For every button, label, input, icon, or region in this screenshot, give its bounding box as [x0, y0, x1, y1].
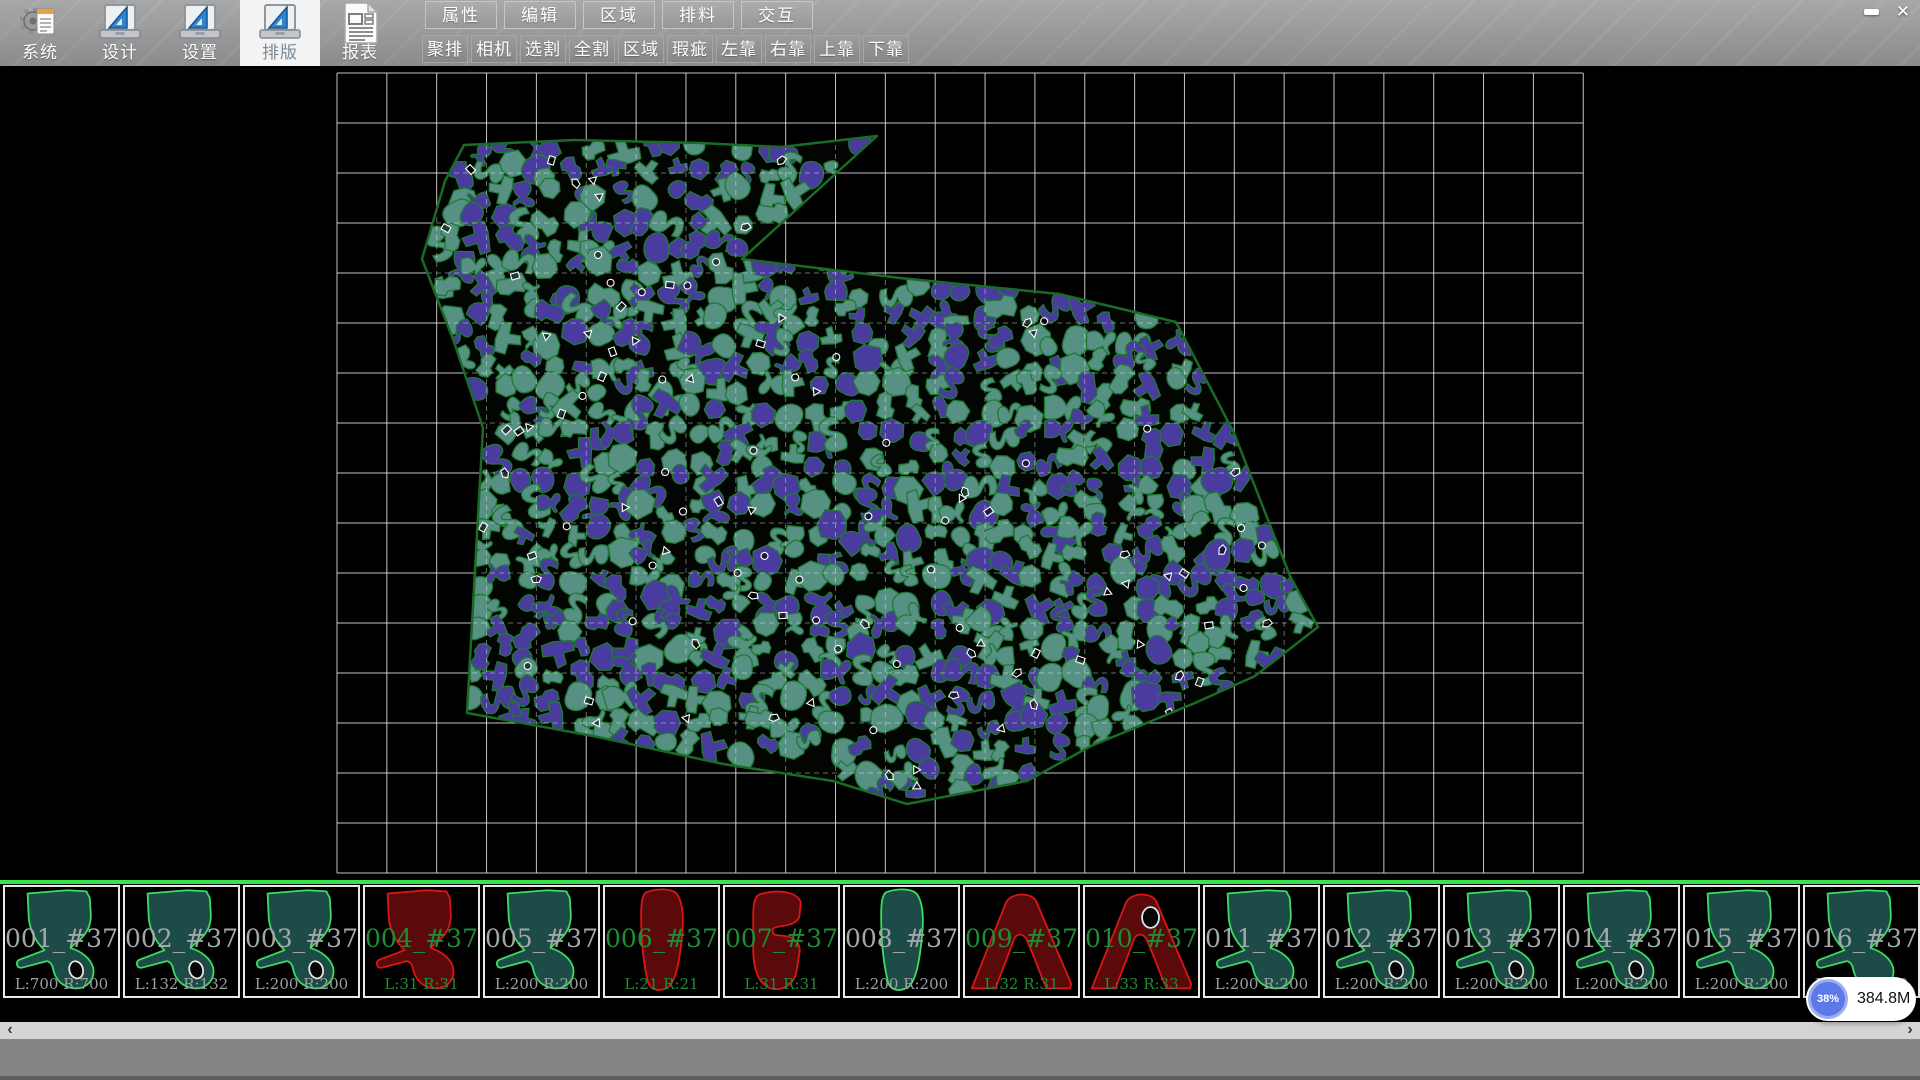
part-tile-lr-count: L:200 R:200	[1685, 975, 1798, 993]
action-button-align-right[interactable]: 右靠	[765, 35, 811, 63]
part-tile-015_#37[interactable]: 015_#37 L:200 R:200	[1683, 885, 1800, 998]
part-tile-014_#37[interactable]: 014_#37 L:200 R:200	[1563, 885, 1680, 998]
toolbar-button-label: 设计	[80, 38, 160, 63]
memory-usage-badge: 38% 384.8M	[1806, 977, 1916, 1021]
part-tile-label: 013_#37	[1445, 924, 1558, 953]
part-tile-lr-count: L:200 R:200	[1325, 975, 1438, 993]
part-tile-lr-count: L:132 R:132	[125, 975, 238, 993]
part-tile-009_#37[interactable]: 009_#37 L:32 R:31	[963, 885, 1080, 998]
part-tile-lr-count: L:200 R:200	[245, 975, 358, 993]
part-tile-lr-count: L:21 R:21	[605, 975, 718, 993]
part-tile-lr-count: L:31 R:31	[725, 975, 838, 993]
window-bottom-edge	[0, 1076, 1920, 1080]
part-tile-012_#37[interactable]: 012_#37 L:200 R:200	[1323, 885, 1440, 998]
part-tile-002_#37[interactable]: 002_#37 L:132 R:132	[123, 885, 240, 998]
part-tile-001_#37[interactable]: 001_#37 L:700 R:700	[3, 885, 120, 998]
menu-tab-nest[interactable]: 排料	[662, 1, 734, 29]
part-tile-label: 007_#37	[725, 924, 838, 953]
part-tile-013_#37[interactable]: 013_#37 L:200 R:200	[1443, 885, 1560, 998]
menu-tab-region[interactable]: 区域	[583, 1, 655, 29]
toolbar-button-nesting[interactable]: 排版	[240, 0, 320, 66]
part-tile-lr-count: L:200 R:200	[1205, 975, 1318, 993]
toolbar-button-report[interactable]: 报表	[320, 0, 400, 66]
part-tile-label: 003_#37	[245, 924, 358, 953]
part-tile-lr-count: L:200 R:200	[1565, 975, 1678, 993]
laptop-ruler-icon	[98, 3, 142, 43]
part-tile-006_#37[interactable]: 006_#37 L:21 R:21	[603, 885, 720, 998]
part-tile-lr-count: L:700 R:700	[5, 975, 118, 993]
part-tile-007_#37[interactable]: 007_#37 L:31 R:31	[723, 885, 840, 998]
toolbar-button-label: 报表	[320, 38, 400, 63]
action-button-align-bottom[interactable]: 下靠	[863, 35, 909, 63]
part-tile-label: 004_#37	[365, 924, 478, 953]
minimize-icon	[1864, 9, 1879, 15]
memory-percent-label: 38%	[1817, 993, 1839, 1005]
action-button-defect[interactable]: 瑕疵	[667, 35, 713, 63]
menu-tab-row: 属性编辑区域排料交互	[425, 1, 820, 31]
toolbar-button-system[interactable]: 系统	[0, 0, 80, 66]
part-tile-label: 012_#37	[1325, 924, 1438, 953]
part-tile-label: 002_#37	[125, 924, 238, 953]
action-button-select-cut[interactable]: 选割	[520, 35, 566, 63]
close-button[interactable]: ✕	[1890, 2, 1916, 22]
action-button-align-top[interactable]: 上靠	[814, 35, 860, 63]
laptop-ruler-icon	[178, 3, 222, 43]
part-tile-011_#37[interactable]: 011_#37 L:200 R:200	[1203, 885, 1320, 998]
part-tile-label: 008_#37	[845, 924, 958, 953]
action-button-cluster-nest[interactable]: 聚排	[422, 35, 468, 63]
toolbar-button-label: 系统	[0, 38, 80, 63]
toolbar-button-settings[interactable]: 设置	[160, 0, 240, 66]
main-toolbar-buttons: 系统 设计 设置 排版 报表	[0, 0, 400, 66]
minimize-button[interactable]	[1858, 2, 1884, 22]
part-tile-label: 009_#37	[965, 924, 1078, 953]
action-button-region[interactable]: 区域	[618, 35, 664, 63]
window-controls: ✕	[1858, 2, 1916, 22]
part-tile-lr-count: L:200 R:200	[485, 975, 598, 993]
close-icon: ✕	[1896, 2, 1910, 22]
memory-size-label: 384.8M	[1857, 990, 1910, 1008]
horizontal-scrollbar[interactable]: ‹ ›	[0, 1022, 1920, 1039]
part-tile-label: 005_#37	[485, 924, 598, 953]
menu-tab-interact[interactable]: 交互	[741, 1, 813, 29]
action-button-row: 聚排相机选割全割区域瑕疵左靠右靠上靠下靠	[422, 35, 912, 63]
part-tile-004_#37[interactable]: 004_#37 L:31 R:31	[363, 885, 480, 998]
parts-thumbnail-strip: 001_#37 L:700 R:700 002_#37 L:132 R:132 003_…	[0, 885, 1920, 1002]
part-tile-label: 010_#37	[1085, 924, 1198, 953]
laptop-ruler-icon	[258, 3, 302, 43]
toolbar-button-design[interactable]: 设计	[80, 0, 160, 66]
part-tile-label: 011_#37	[1205, 924, 1318, 953]
action-button-camera[interactable]: 相机	[471, 35, 517, 63]
action-button-align-left[interactable]: 左靠	[716, 35, 762, 63]
action-button-cut-all[interactable]: 全割	[569, 35, 615, 63]
part-tile-003_#37[interactable]: 003_#37 L:200 R:200	[243, 885, 360, 998]
part-tile-label: 006_#37	[605, 924, 718, 953]
top-toolbar: 系统 设计 设置 排版 报表 属性编辑区域排料交互 聚排相机选割全割区域瑕疵左靠…	[0, 0, 1920, 66]
strip-separator-line	[0, 880, 1920, 884]
memory-percent-indicator: 38%	[1808, 979, 1848, 1019]
part-tile-label: 016_#37	[1805, 924, 1918, 953]
scroll-right-arrow-icon[interactable]: ›	[1902, 1022, 1918, 1039]
system-gear-icon	[20, 3, 60, 43]
part-tile-010_#37[interactable]: 010_#37 L:33 R:33	[1083, 885, 1200, 998]
part-tile-008_#37[interactable]: 008_#37 L:200 R:200	[843, 885, 960, 998]
status-bar	[0, 1039, 1920, 1076]
part-tile-lr-count: L:200 R:200	[1445, 975, 1558, 993]
part-tile-005_#37[interactable]: 005_#37 L:200 R:200	[483, 885, 600, 998]
menu-tab-attributes[interactable]: 属性	[425, 1, 497, 29]
toolbar-button-label: 设置	[160, 38, 240, 63]
part-tile-label: 015_#37	[1685, 924, 1798, 953]
part-tile-lr-count: L:33 R:33	[1085, 975, 1198, 993]
part-tile-label: 014_#37	[1565, 924, 1678, 953]
nesting-canvas[interactable]	[0, 66, 1920, 880]
part-tile-lr-count: L:200 R:200	[845, 975, 958, 993]
part-tile-label: 001_#37	[5, 924, 118, 953]
part-tile-lr-count: L:32 R:31	[965, 975, 1078, 993]
part-tile-lr-count: L:31 R:31	[365, 975, 478, 993]
toolbar-button-label: 排版	[240, 38, 320, 63]
scroll-left-arrow-icon[interactable]: ‹	[2, 1022, 18, 1039]
menu-tab-edit[interactable]: 编辑	[504, 1, 576, 29]
canvas-area	[0, 66, 1920, 880]
